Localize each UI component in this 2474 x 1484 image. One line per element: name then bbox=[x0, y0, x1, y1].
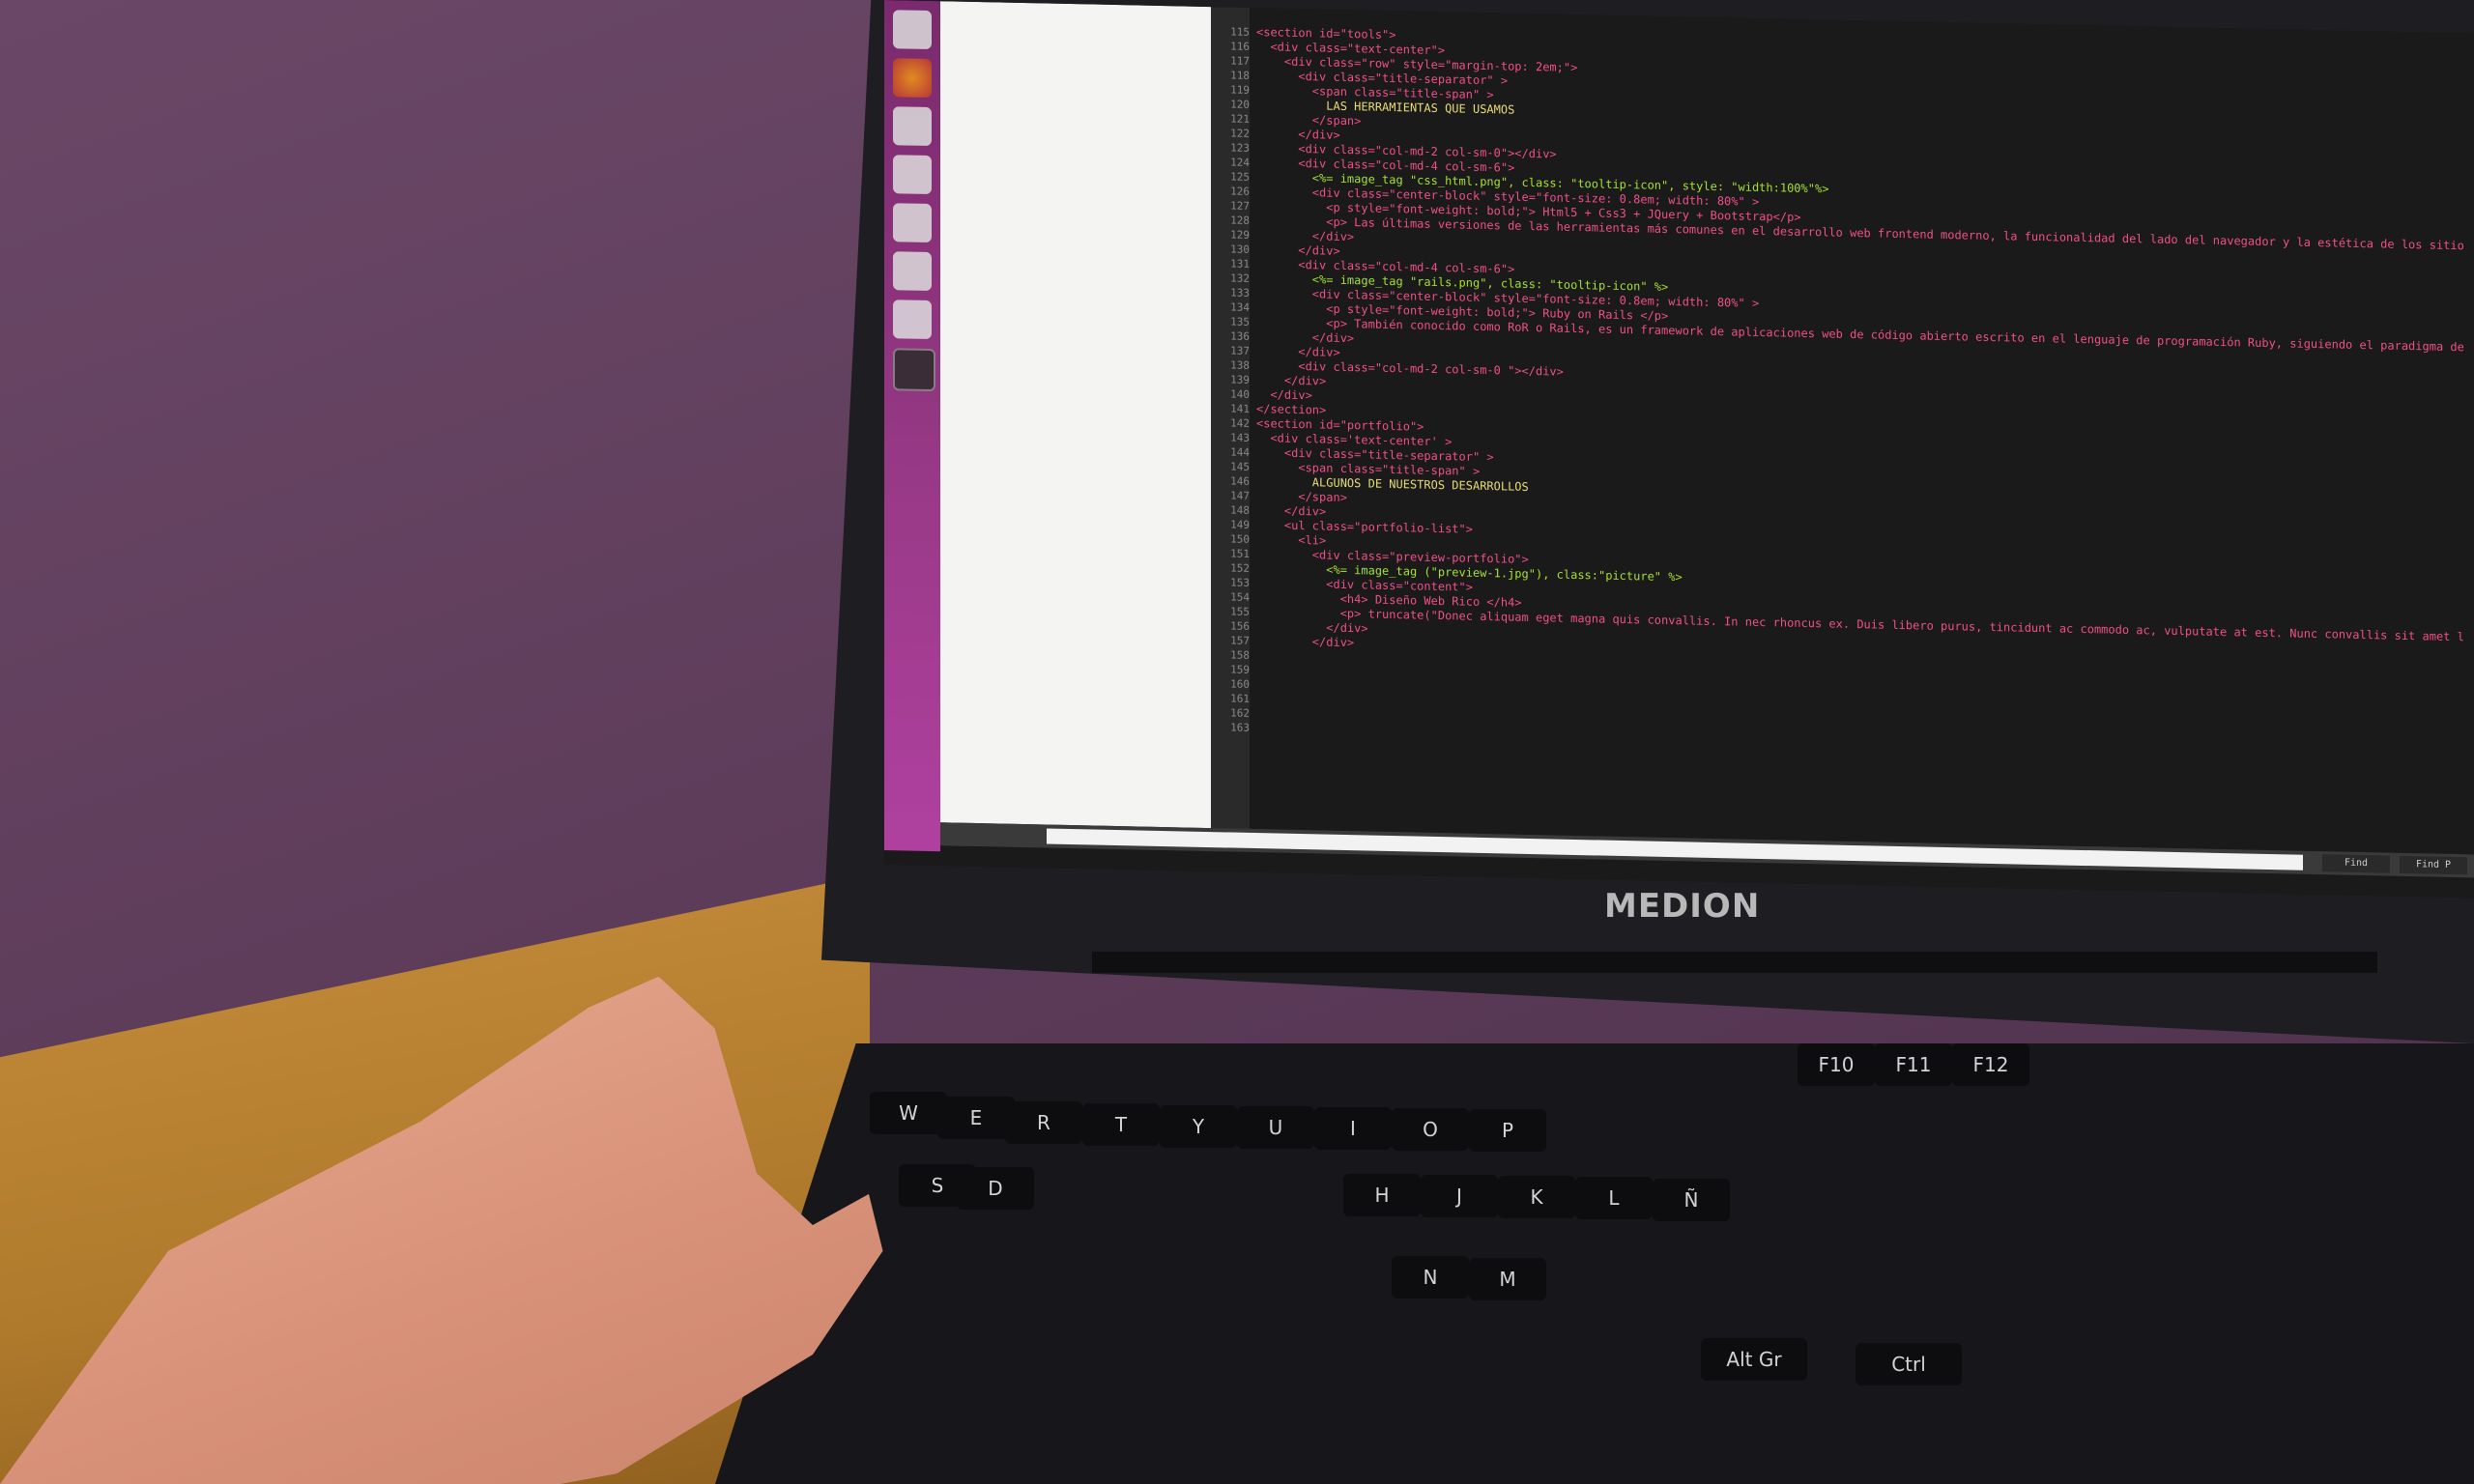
key-3: T bbox=[1082, 1103, 1160, 1146]
key-5: U bbox=[1237, 1106, 1314, 1149]
key-7: O bbox=[1392, 1108, 1469, 1151]
settings-icon[interactable] bbox=[893, 300, 932, 340]
line-number: 127 bbox=[1230, 199, 1250, 213]
line-number: 136 bbox=[1230, 329, 1250, 343]
key-6: I bbox=[1314, 1107, 1392, 1150]
line-number: 122 bbox=[1230, 127, 1250, 140]
line-number: 141 bbox=[1230, 402, 1250, 415]
line-number: 142 bbox=[1230, 416, 1250, 430]
line-number: 152 bbox=[1230, 561, 1250, 575]
software-center-icon[interactable] bbox=[893, 251, 932, 292]
firefox-icon[interactable] bbox=[893, 58, 932, 99]
line-number: 130 bbox=[1230, 243, 1250, 256]
key-11: H bbox=[1343, 1174, 1421, 1216]
line-number: 154 bbox=[1230, 590, 1250, 604]
line-number: 129 bbox=[1230, 228, 1250, 242]
line-number: 160 bbox=[1230, 677, 1250, 691]
key-17: M bbox=[1469, 1258, 1546, 1300]
spreadsheet-icon[interactable] bbox=[893, 203, 932, 243]
line-number: 133 bbox=[1230, 286, 1250, 300]
line-number: 153 bbox=[1230, 576, 1250, 589]
line-number: 123 bbox=[1230, 141, 1250, 155]
key-15: Ñ bbox=[1653, 1179, 1730, 1221]
line-number: 132 bbox=[1230, 271, 1250, 285]
line-number: 146 bbox=[1230, 474, 1250, 488]
line-number: 163 bbox=[1230, 721, 1250, 734]
line-number: 151 bbox=[1230, 547, 1250, 560]
line-number: 116 bbox=[1230, 40, 1250, 53]
keyboard: W E R T Y U I O P S D H J K L Ñ N M Alt Gr Ctrl F10 F11 F12 bbox=[715, 1043, 2474, 1484]
line-number: 124 bbox=[1230, 156, 1250, 169]
key-20: F10 bbox=[1798, 1043, 1875, 1086]
line-number: 157 bbox=[1230, 634, 1250, 647]
key-21: F11 bbox=[1875, 1043, 1952, 1086]
key-19: Ctrl bbox=[1856, 1343, 1962, 1385]
terminal-icon[interactable] bbox=[893, 348, 935, 392]
laptop-screen: 115 116 117 118 119 120 121 122 123 124 125 126 127 1… bbox=[884, 0, 2474, 899]
line-number: 143 bbox=[1230, 431, 1250, 444]
key-16: N bbox=[1392, 1256, 1469, 1298]
line-number: 140 bbox=[1230, 387, 1250, 401]
line-number: 117 bbox=[1230, 54, 1250, 68]
key-18: Alt Gr bbox=[1701, 1338, 1807, 1381]
line-number: 126 bbox=[1230, 185, 1250, 198]
line-number: 139 bbox=[1230, 373, 1250, 386]
line-number: 156 bbox=[1230, 619, 1250, 633]
line-number: 137 bbox=[1230, 344, 1250, 357]
key-1: E bbox=[937, 1097, 1015, 1139]
key-14: L bbox=[1575, 1177, 1653, 1219]
line-number: 119 bbox=[1230, 83, 1250, 97]
key-2: R bbox=[1005, 1101, 1082, 1144]
find-prev-button[interactable]: Find P bbox=[2400, 855, 2467, 875]
key-12: J bbox=[1421, 1175, 1498, 1217]
dash-icon[interactable] bbox=[893, 10, 932, 50]
line-number: 148 bbox=[1230, 503, 1250, 517]
line-number: 161 bbox=[1230, 692, 1250, 705]
line-number: 138 bbox=[1230, 358, 1250, 372]
line-number: 158 bbox=[1230, 648, 1250, 662]
key-8: P bbox=[1469, 1109, 1546, 1152]
line-number: 115 bbox=[1230, 25, 1250, 39]
line-number: 134 bbox=[1230, 300, 1250, 314]
key-10: D bbox=[957, 1167, 1034, 1210]
line-number-gutter: 115 116 117 118 119 120 121 122 123 124 125 126 127 1… bbox=[1211, 7, 1250, 846]
line-number: 155 bbox=[1230, 605, 1250, 618]
key-0: W bbox=[870, 1092, 947, 1134]
line-number: 150 bbox=[1230, 532, 1250, 546]
document-icon[interactable] bbox=[893, 155, 932, 195]
find-button[interactable]: Find bbox=[2322, 854, 2390, 873]
line-number: 159 bbox=[1230, 663, 1250, 676]
line-number: 121 bbox=[1230, 112, 1250, 126]
laptop-brand-logo: MEDION bbox=[1604, 887, 1761, 926]
line-number: 128 bbox=[1230, 214, 1250, 227]
line-number: 131 bbox=[1230, 257, 1250, 271]
sidebar-pane bbox=[940, 1, 1211, 829]
line-number: 135 bbox=[1230, 315, 1250, 328]
line-number: 147 bbox=[1230, 489, 1250, 502]
code-editor[interactable]: <section id="tools"> <div class="text-ce… bbox=[1256, 25, 2464, 852]
files-icon[interactable] bbox=[893, 106, 932, 147]
line-number: 145 bbox=[1230, 460, 1250, 473]
line-number: 125 bbox=[1230, 170, 1250, 184]
hinge-strip bbox=[1092, 952, 2377, 973]
line-number: 162 bbox=[1230, 706, 1250, 720]
ubuntu-launcher bbox=[884, 0, 940, 852]
line-number: 149 bbox=[1230, 518, 1250, 531]
key-13: K bbox=[1498, 1176, 1575, 1218]
line-number: 144 bbox=[1230, 445, 1250, 459]
line-number: 118 bbox=[1230, 69, 1250, 82]
key-4: Y bbox=[1160, 1105, 1237, 1148]
key-22: F12 bbox=[1952, 1043, 2029, 1086]
line-number: 120 bbox=[1230, 98, 1250, 111]
